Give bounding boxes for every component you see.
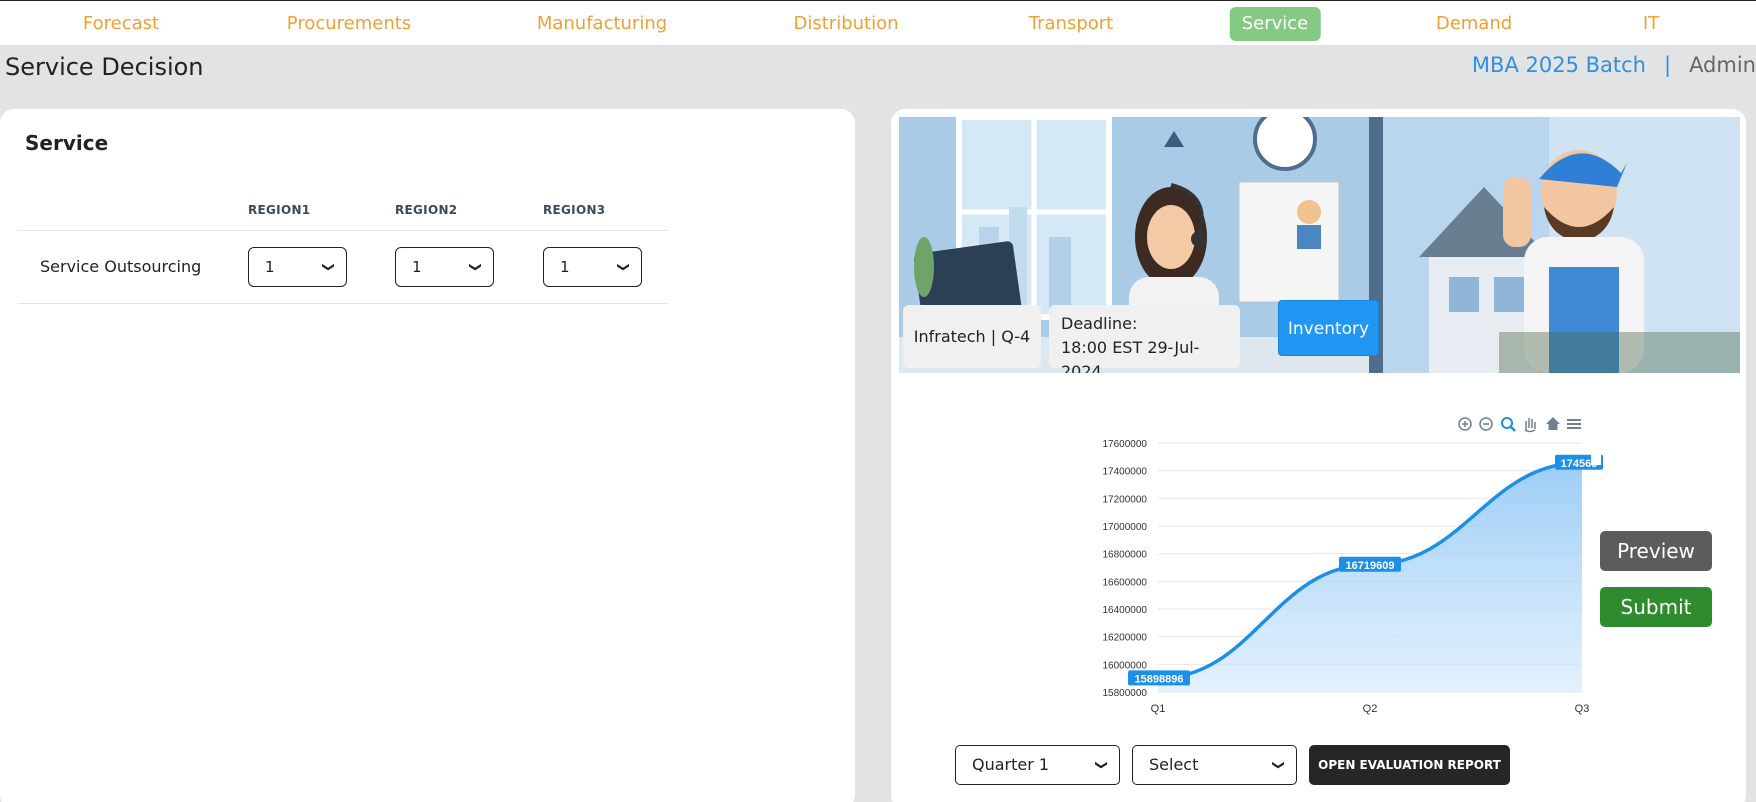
chevron-down-icon: ❯ <box>1271 759 1286 771</box>
y-tick-label: 16200000 <box>1103 633 1148 644</box>
quarter-select-value: Quarter 1 <box>972 755 1050 774</box>
menu-icon[interactable] <box>1567 419 1581 429</box>
data-label: 16719609 <box>1346 560 1395 572</box>
submit-button[interactable]: Submit <box>1600 587 1712 627</box>
chart-container: 17600000 17400000 17200000 17000000 16800000… <box>0 0 1756 802</box>
y-tick-label: 17400000 <box>1103 467 1148 478</box>
x-tick-label: Q1 <box>1151 703 1166 715</box>
reset-home-icon[interactable] <box>1546 417 1560 430</box>
zoom-out-icon[interactable] <box>1479 417 1493 431</box>
y-tick-label: 17000000 <box>1103 522 1148 533</box>
selection-zoom-icon[interactable] <box>1501 417 1516 432</box>
y-tick-label: 17200000 <box>1103 494 1148 505</box>
open-evaluation-report-button[interactable]: OPEN EVALUATION REPORT <box>1309 745 1510 785</box>
y-tick-label: 17600000 <box>1103 439 1148 450</box>
label-clip-mask <box>1591 440 1601 465</box>
y-tick-label: 16000000 <box>1103 660 1148 671</box>
zoom-in-icon[interactable] <box>1458 417 1472 431</box>
x-tick-label: Q3 <box>1575 703 1590 715</box>
y-tick-label: 16400000 <box>1103 605 1148 616</box>
generic-select[interactable]: Select ❯ <box>1132 745 1297 785</box>
generic-select-value: Select <box>1149 755 1199 774</box>
x-tick-label: Q2 <box>1363 703 1378 715</box>
y-tick-label: 16600000 <box>1103 577 1148 588</box>
area-chart: 17600000 17400000 17200000 17000000 16800000… <box>1103 417 1603 715</box>
y-tick-label: 15800000 <box>1103 688 1148 699</box>
y-tick-label: 16800000 <box>1103 550 1148 561</box>
data-label: 15898896 <box>1135 673 1184 685</box>
chevron-down-icon: ❯ <box>1094 759 1109 771</box>
quarter-select[interactable]: Quarter 1 ❯ <box>955 745 1120 785</box>
preview-button[interactable]: Preview <box>1600 531 1712 571</box>
pan-icon[interactable] <box>1524 418 1536 433</box>
